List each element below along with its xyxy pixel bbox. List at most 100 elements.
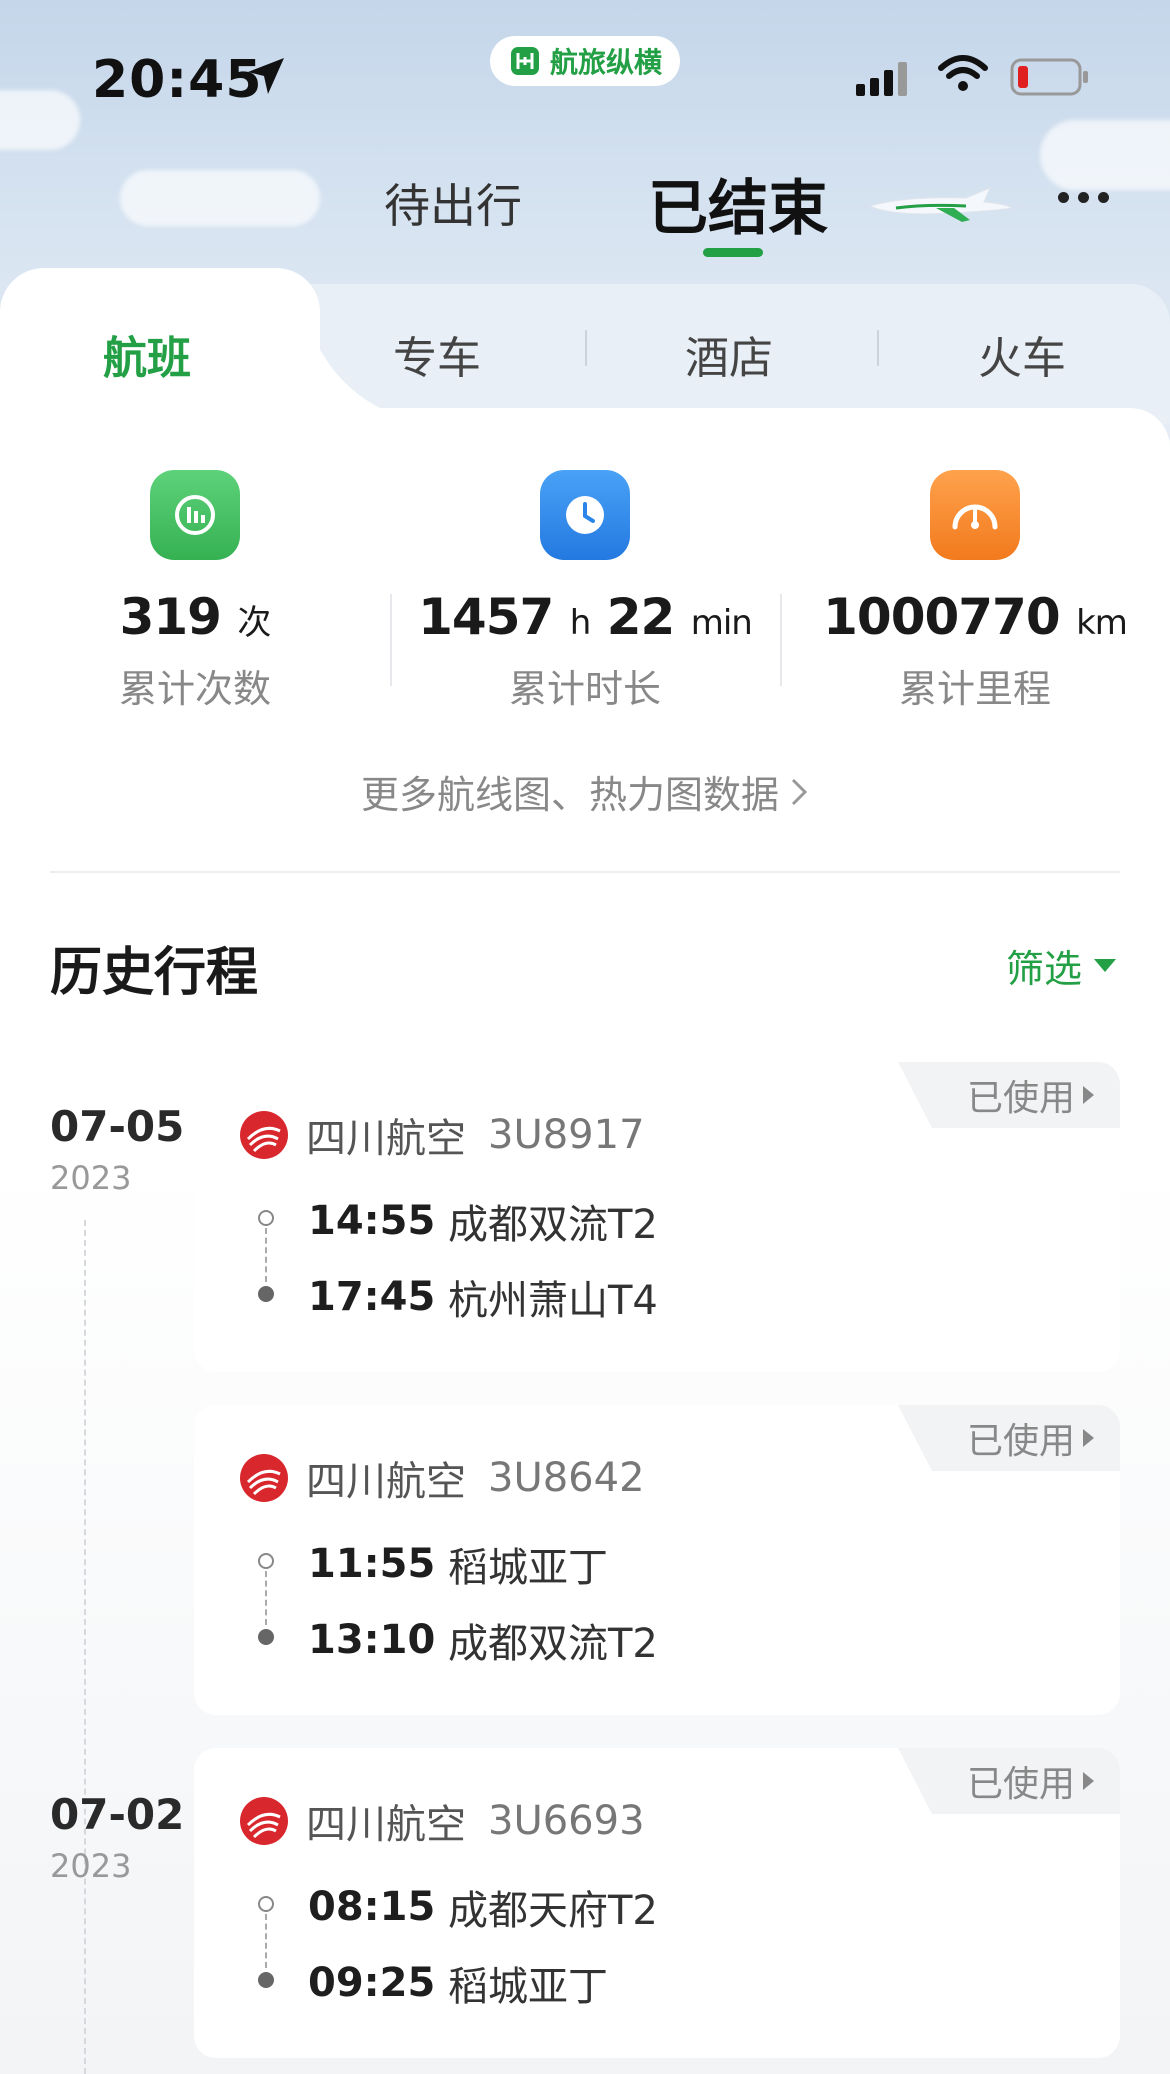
status-time: 20:45 [92,50,263,110]
more-dot [1058,192,1069,203]
filter-button[interactable]: 筛选 [1006,938,1117,993]
caret-right-icon [1083,1429,1094,1447]
departure-row: 14:55 成都双流T2 [308,1192,658,1250]
more-data-link[interactable]: 更多航线图、热力图数据 [0,764,1170,819]
tab-car[interactable]: 专车 [393,322,481,386]
arrival-time: 13:10 [308,1617,436,1663]
airline-row: 四川航空 3U8917 [238,1106,645,1164]
wifi-icon [938,55,988,91]
chevron-right-icon [791,778,808,806]
departure-place: 稻城亚丁 [448,1545,608,1591]
route-line [265,1914,267,1968]
flight-number: 3U8917 [488,1112,645,1158]
stat-label: 累计里程 [898,667,1051,711]
airline-name: 四川航空 [306,1116,466,1162]
tab-divider [877,330,879,366]
departure-dot [258,1210,274,1226]
arrival-row: 13:10 成都双流T2 [308,1611,658,1669]
flight-number: 3U6693 [488,1798,645,1844]
tab-flight[interactable]: 航班 [103,322,191,386]
divider [50,871,1120,873]
tab-pending[interactable]: 待出行 [384,170,522,236]
airline-row: 四川航空 3U6693 [238,1792,645,1850]
date-group: 07-05 2023 [50,1102,184,1197]
arrival-dot [258,1286,274,1302]
departure-row: 11:55 稻城亚丁 [308,1535,608,1593]
caret-right-icon [1083,1772,1094,1790]
arrival-row: 17:45 杭州萧山T4 [308,1268,658,1326]
arrival-time: 17:45 [308,1274,436,1320]
chart-icon [150,470,240,560]
count-value: 319 [119,588,222,646]
tab-hotel[interactable]: 酒店 [685,322,773,386]
distance-unit: km [1076,603,1128,643]
date-group: 07-02 2023 [50,1790,184,1885]
stat-count: 319 次 累计次数 [0,470,390,713]
timeline-line [84,1220,86,2074]
hours-value: 1457 [418,588,554,646]
stat-label: 累计次数 [118,667,271,711]
date-month-day: 07-05 [50,1102,185,1151]
stat-label: 累计时长 [508,667,661,711]
airplane-icon [868,187,1014,222]
date-year: 2023 [50,1847,132,1885]
trip-card[interactable]: 已使用 四川航空 3U6693 08:15 成都天府T2 09:25 稻城亚丁 [194,1748,1120,2058]
date-month-day: 07-02 [50,1790,185,1839]
route-line [265,1228,267,1282]
arrival-place: 杭州萧山T4 [448,1278,658,1324]
clock-icon [540,470,630,560]
caret-right-icon [1083,1086,1094,1104]
minutes-value: 22 [606,588,676,646]
battery-icon [1010,58,1088,96]
status-badge[interactable]: 已使用 [898,1748,1120,1814]
departure-dot [258,1553,274,1569]
stat-distance: 1000770 km 累计里程 [780,470,1170,713]
arrival-place: 稻城亚丁 [448,1964,608,2010]
airline-logo-icon [240,1111,288,1159]
status-badge[interactable]: 已使用 [898,1062,1120,1128]
departure-place: 成都天府T2 [448,1888,658,1934]
app-badge[interactable]: 航旅纵横 [490,36,680,86]
more-dot [1098,192,1109,203]
cloud-decoration [0,90,80,150]
airline-name: 四川航空 [306,1802,466,1848]
tab-finished[interactable]: 已结束 [648,160,828,247]
signal-icon [856,62,907,96]
status-label: 已使用 [966,1764,1075,1805]
departure-time: 14:55 [308,1198,436,1244]
departure-time: 08:15 [308,1884,436,1930]
active-tab-indicator [703,248,763,257]
arrival-dot [258,1972,274,1988]
status-badge[interactable]: 已使用 [898,1405,1120,1471]
departure-time: 11:55 [308,1541,436,1587]
status-label: 已使用 [966,1078,1075,1119]
app-logo-icon [510,47,539,75]
tab-train[interactable]: 火车 [978,322,1066,386]
stat-duration: 1457 h 22 min 累计时长 [390,470,780,713]
minutes-unit: min [690,603,753,643]
stat-value: 1000770 km [780,588,1170,646]
status-label: 已使用 [966,1421,1075,1462]
tab-curve-decoration [260,268,380,428]
flight-number: 3U8642 [488,1455,645,1501]
departure-dot [258,1896,274,1912]
route-line [265,1571,267,1625]
history-title: 历史行程 [50,943,259,1003]
airline-logo-icon [240,1454,288,1502]
caret-down-icon [1094,959,1117,972]
airline-logo-icon [240,1797,288,1845]
distance-value: 1000770 [823,588,1061,646]
departure-place: 成都双流T2 [448,1202,658,1248]
arrival-dot [258,1629,274,1645]
arrival-place: 成都双流T2 [448,1621,658,1667]
more-options-button[interactable] [1058,192,1109,203]
app-badge-label: 航旅纵横 [549,46,662,79]
tab-divider [585,330,587,366]
stat-value: 1457 h 22 min [390,588,780,646]
trip-card[interactable]: 已使用 四川航空 3U8642 11:55 稻城亚丁 13:10 成都双流T2 [194,1405,1120,1715]
hours-unit: h [569,603,592,643]
trip-card[interactable]: 已使用 四川航空 3U8917 14:55 成都双流T2 17:45 杭州萧山T… [194,1062,1120,1372]
airline-name: 四川航空 [306,1459,466,1505]
more-data-label: 更多航线图、热力图数据 [360,773,779,817]
count-unit: 次 [237,603,271,643]
